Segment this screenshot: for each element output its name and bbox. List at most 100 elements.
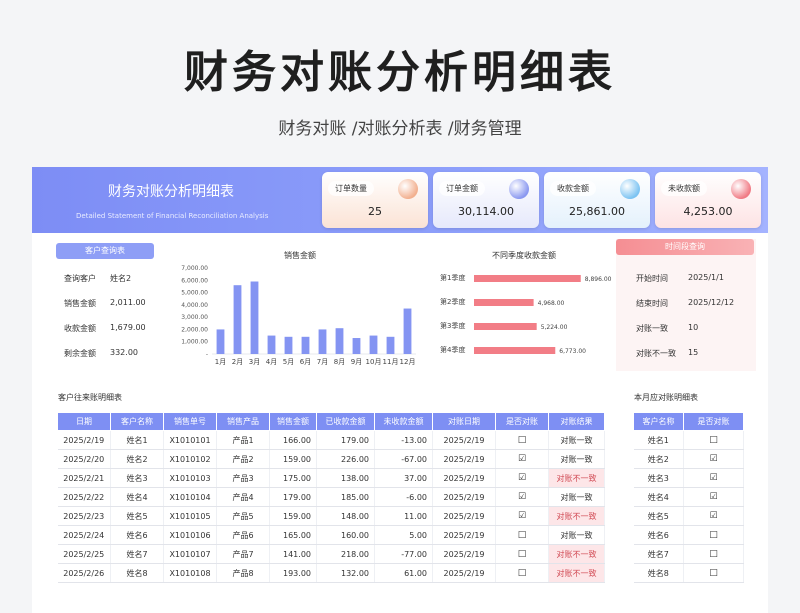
table-cell: 159.00	[269, 506, 317, 526]
sales-bar	[301, 336, 310, 354]
checkbox-checked-icon[interactable]: ☑	[709, 454, 717, 464]
y-tick-label: 4,000.00	[181, 302, 208, 309]
table-cell: X1010101	[163, 430, 217, 450]
checkbox-empty-icon[interactable]: □	[518, 530, 527, 540]
info-label: 结束时间	[636, 299, 668, 308]
table-cell: 姓名3	[110, 468, 164, 488]
sales-bar	[233, 285, 242, 354]
column-header: 客户名称	[110, 412, 164, 431]
table-cell: 2025/2/19	[432, 563, 496, 583]
table-cell: 2025/2/19	[432, 487, 496, 507]
kpi-label: 未收款额	[661, 181, 707, 196]
sales-bar	[267, 335, 276, 354]
table-cell: 179.00	[316, 430, 375, 450]
y-tick-label: 7,000.00	[181, 265, 208, 272]
table-cell: 179.00	[269, 487, 317, 507]
table-cell: ☑	[495, 487, 549, 507]
detail-table: 日期 客户名称 销售单号 销售产品 销售金额 已收款金额 未收款金额 对账日期 是否对账 对账结果…	[57, 412, 605, 583]
table-cell: ☑	[495, 468, 549, 488]
table-cell: 产品6	[216, 525, 270, 545]
kpi-value: 4,253.00	[683, 205, 733, 218]
table-cell: 2025/2/25	[57, 544, 111, 564]
table-cell: 姓名2	[633, 449, 684, 469]
checkbox-checked-icon[interactable]: ☑	[518, 473, 526, 483]
x-tick-label: 11月	[383, 358, 399, 366]
checkbox-empty-icon[interactable]: □	[709, 549, 718, 559]
customer-query-title: 客户查询表	[56, 243, 154, 259]
checkbox-checked-icon[interactable]: ☑	[518, 454, 526, 464]
column-header: 销售单号	[163, 412, 217, 431]
checkbox-checked-icon[interactable]: ☑	[518, 511, 526, 521]
x-tick-label: 2月	[232, 358, 243, 366]
checkbox-checked-icon[interactable]: ☑	[709, 511, 717, 521]
quarter-category-label: 第3季度	[440, 321, 465, 330]
quarter-bar	[474, 275, 581, 282]
quarter-chart-panel: 不同季度收款金额 第1季度 8,896.00 第2季度 4,968.00 第3季度 5,2…	[432, 239, 612, 371]
quarter-chart: 第1季度 8,896.00 第2季度 4,968.00 第3季度 5,224.00 第4季度…	[440, 273, 612, 355]
table-cell: 产品8	[216, 563, 270, 583]
info-label: 销售金额	[64, 299, 96, 308]
kpi-value: 30,114.00	[458, 205, 514, 218]
checkbox-empty-icon[interactable]: □	[518, 568, 527, 578]
table-cell: □	[495, 544, 549, 564]
table-cell: 5.00	[374, 525, 433, 545]
page-title: 财务对账分析明细表	[184, 47, 616, 98]
y-tick-label: -	[206, 351, 208, 358]
table-cell: 产品2	[216, 449, 270, 469]
table-cell: 2025/2/19	[57, 430, 111, 450]
info-label: 查询客户	[64, 274, 96, 283]
checkbox-empty-icon[interactable]: □	[518, 549, 527, 559]
table-cell: 2025/2/20	[57, 449, 111, 469]
table-cell: 2025/2/19	[432, 506, 496, 526]
checkbox-checked-icon[interactable]: ☑	[709, 473, 717, 483]
checkbox-empty-icon[interactable]: □	[518, 435, 527, 445]
table-cell: 姓名5	[633, 506, 684, 526]
sales-bar	[403, 308, 412, 354]
table-cell: 2025/2/19	[432, 544, 496, 564]
y-tick-label: 5,000.00	[181, 290, 208, 297]
info-label: 开始时间	[636, 274, 668, 283]
y-tick-label: 2,000.00	[181, 326, 208, 333]
info-value: 15	[688, 348, 699, 357]
table-cell: 姓名4	[110, 487, 164, 507]
table-cell: 193.00	[269, 563, 317, 583]
table-row: 2025/2/22 姓名4 X1010104 产品4 179.00 185.00 -6.00…	[57, 487, 605, 507]
table-cell: 对账不一致	[548, 563, 605, 583]
table-row: 姓名2 ☑	[633, 449, 744, 469]
checkbox-empty-icon[interactable]: □	[709, 568, 718, 578]
table-cell: □	[495, 525, 549, 545]
month-table: 客户名称 是否对账 姓名1 □ 姓名2 ☑ 姓名3 ☑ 姓名4 ☑ 姓名5 ☑ 姓名6 □ 姓名7 □ 姓名8…	[633, 412, 744, 583]
table-cell: X1010103	[163, 468, 217, 488]
page-subtitle: 财务对账 /对账分析表 /财务管理	[278, 119, 522, 139]
y-tick-label: 1,000.00	[181, 339, 208, 346]
table-cell: 165.00	[269, 525, 317, 545]
quarter-category-label: 第4季度	[440, 345, 465, 354]
quarter-value-label: 6,773.00	[559, 348, 586, 355]
table-row: 2025/2/20 姓名2 X1010102 产品2 159.00 226.00 -67.0…	[57, 449, 605, 469]
checkbox-checked-icon[interactable]: ☑	[518, 492, 526, 502]
table-cell: 对账不一致	[548, 506, 605, 526]
table-cell: 姓名6	[633, 525, 684, 545]
table-cell: X1010105	[163, 506, 217, 526]
table-cell: 175.00	[269, 468, 317, 488]
checkbox-checked-icon[interactable]: ☑	[709, 492, 717, 502]
checkbox-empty-icon[interactable]: □	[709, 435, 718, 445]
table-cell: □	[683, 525, 744, 545]
x-tick-label: 10月	[366, 358, 382, 366]
table-cell: ☑	[683, 449, 744, 469]
checkbox-empty-icon[interactable]: □	[709, 530, 718, 540]
kpi-value: 25,861.00	[569, 205, 625, 218]
table-cell: 姓名7	[633, 544, 684, 564]
table-cell: 166.00	[269, 430, 317, 450]
column-header: 未收款金额	[374, 412, 433, 431]
table-cell: 产品1	[216, 430, 270, 450]
table-row: 姓名4 ☑	[633, 487, 744, 507]
table-row: 姓名3 ☑	[633, 468, 744, 488]
table-cell: X1010107	[163, 544, 217, 564]
table-cell: 对账一致	[548, 449, 605, 469]
info-value: 2025/1/1	[688, 273, 724, 282]
info-value: 1,679.00	[110, 323, 146, 332]
table-cell: 2025/2/19	[432, 449, 496, 469]
table-row: 2025/2/24 姓名6 X1010106 产品6 165.00 160.00 5.00 2…	[57, 525, 605, 545]
table-cell: 185.00	[316, 487, 375, 507]
